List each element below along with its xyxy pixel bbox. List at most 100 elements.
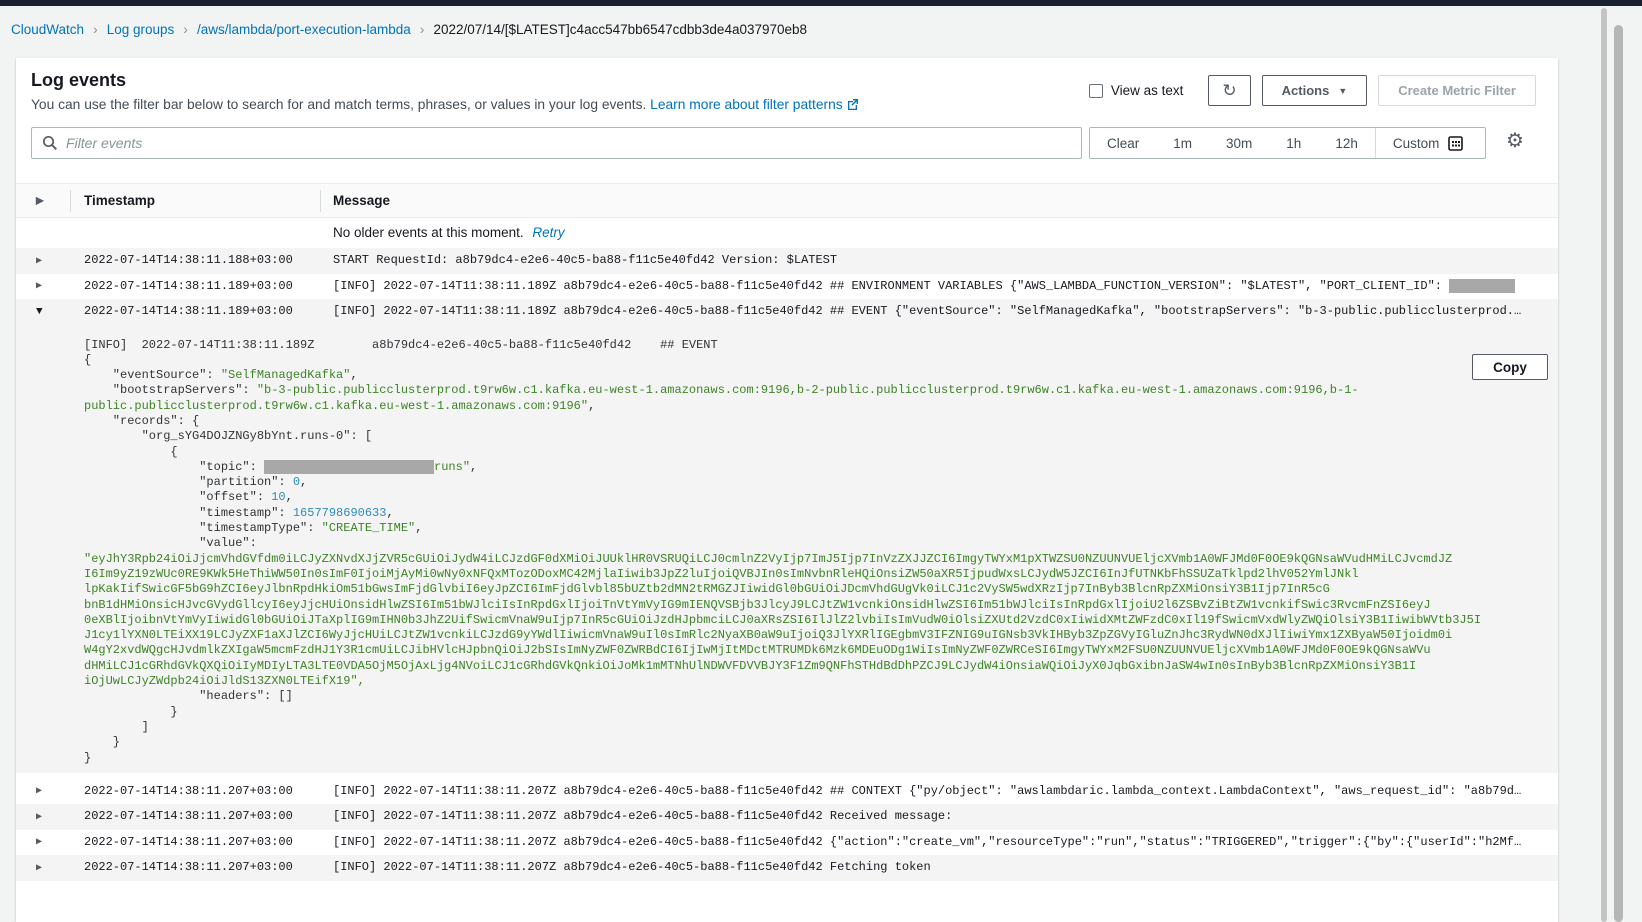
time-range-clear[interactable]: Clear [1090,128,1156,158]
detail-line: [INFO] 2022-07-14T11:38:11.189Z a8b79dc4… [84,338,1548,353]
breadcrumb-link[interactable]: CloudWatch [11,22,84,37]
view-as-text-label: View as text [1111,83,1184,98]
detail-segment: "headers": [] [84,689,293,703]
filter-events-input[interactable]: Filter events [31,127,1082,159]
message-cell: [INFO] 2022-07-14T11:38:11.189Z a8b79dc4… [333,304,1556,318]
detail-segment: "topic": [84,460,264,474]
detail-segment: I6Im9yZ19zWUc0RE9KWk5HeThiWW50In0sImF0Ij… [84,567,1359,581]
detail-segment: J1cy1lYXN0LTEiXX19LCJyZXF1aXJlZCI6WyJjcH… [84,628,1452,642]
detail-line: "topic": runs", [84,460,1548,475]
breadcrumb-link[interactable]: Log groups [107,22,175,37]
collapse-row-icon[interactable]: ▼ [36,306,43,318]
message-cell: [INFO] 2022-07-14T11:38:11.207Z a8b79dc4… [333,835,1556,849]
detail-segment: "CREATE_TIME" [322,521,416,535]
expand-row-icon[interactable]: ▶ [36,862,42,874]
breadcrumb-chevron-icon: › [93,21,98,37]
detail-line: "timestamp": 1657798690633, [84,506,1548,521]
scrollbar-thumb[interactable] [1614,25,1623,922]
view-as-text-checkbox[interactable] [1089,84,1103,98]
detail-segment: , [286,490,293,504]
time-range-30m[interactable]: 30m [1209,128,1269,158]
detail-segment: lpKakIifSwicGF5bG9hZCI6eyJlbnRpdHkiOm51b… [84,582,1330,596]
expand-row-icon[interactable]: ▶ [36,280,42,292]
detail-segment: "bootstrapServers": [84,383,257,397]
detail-line: "value": [84,536,1548,551]
breadcrumb-chevron-icon: › [183,21,188,37]
table-header: ▶ Timestamp Message [16,183,1558,218]
expand-row-icon[interactable]: ▶ [36,811,42,823]
detail-segment: , [300,475,307,489]
breadcrumb-chevron-icon: › [420,21,425,37]
timestamp-cell: 2022-07-14T14:38:11.189+03:00 [84,304,293,318]
detail-segment: "SelfManagedKafka" [221,368,351,382]
detail-line: public.publicclusterprod.t9rw6w.c1.kafka… [84,399,1548,414]
detail-segment: , [470,460,477,474]
detail-segment: "b-3-public.publicclusterprod.t9rw6w.c1.… [257,383,1359,397]
expanded-event-detail: [INFO] 2022-07-14T11:38:11.189Z a8b79dc4… [16,325,1558,773]
expand-row-icon[interactable]: ▶ [36,255,42,267]
breadcrumb-link[interactable]: /aws/lambda/port-execution-lambda [197,22,411,37]
create-metric-filter-button[interactable]: Create Metric Filter [1378,75,1536,106]
timestamp-cell: 2022-07-14T14:38:11.207+03:00 [84,784,293,798]
retry-link[interactable]: Retry [532,225,564,240]
learn-more-link[interactable]: Learn more about filter patterns [650,97,859,112]
log-event-row: ▶ 2022-07-14T14:38:11.207+03:00 [INFO] 202… [16,855,1558,881]
detail-segment: "timestamp": [84,506,293,520]
detail-line: I6Im9yZ19zWUc0RE9KWk5HeThiWW50In0sImF0Ij… [84,567,1548,582]
expand-row-icon[interactable]: ▶ [36,785,42,797]
time-range-custom[interactable]: Custom [1375,128,1474,158]
message-cell: [INFO] 2022-07-14T11:38:11.207Z a8b79dc4… [333,784,1556,798]
filter-events-placeholder: Filter events [66,135,142,151]
detail-line: } [84,751,1548,766]
detail-segment: "org_sYG4DOJZNGy8bYnt.runs-0": [ [84,429,372,443]
refresh-icon: ↻ [1222,81,1236,101]
detail-line: "bootstrapServers": "b-3-public.publiccl… [84,383,1548,398]
detail-line: { [84,353,1548,368]
header-controls: View as text ↻ Actions ▼ Create Metric F… [1089,75,1536,106]
detail-line: } [84,735,1548,750]
message-cell: [INFO] 2022-07-14T11:38:11.207Z a8b79dc4… [333,860,1556,874]
detail-segment: "eyJhY3Rpb24iOiJjcmVhdGVfdm0iLCJyZXNvdXJ… [84,552,1452,566]
page-title: Log events [31,70,126,91]
expand-all-icon[interactable]: ▶ [36,195,44,206]
timestamp-cell: 2022-07-14T14:38:11.207+03:00 [84,809,293,823]
detail-line: 0eXBlIjoibnVtYmVyIiwidGl0bGUiOiJTaXplIG9… [84,613,1548,628]
gear-icon[interactable]: ⚙ [1506,131,1524,151]
detail-line: dHMiLCJ1cGRhdGVkQXQiOiIyMDIyLTA3LTE0VDA5… [84,659,1548,674]
detail-segment: } [84,735,120,749]
timestamp-cell: 2022-07-14T14:38:11.207+03:00 [84,860,293,874]
detail-segment: { [84,353,91,367]
timestamp-cell: 2022-07-14T14:38:11.189+03:00 [84,279,293,293]
expand-row-icon[interactable]: ▶ [36,836,42,848]
detail-line: } [84,705,1548,720]
log-event-row: ▶ 2022-07-14T14:38:11.207+03:00 [INFO] 202… [16,830,1558,856]
detail-segment: , [415,521,422,535]
time-range-1m[interactable]: 1m [1156,128,1209,158]
message-cell: [INFO] 2022-07-14T11:38:11.189Z a8b79dc4… [333,279,1556,293]
detail-segment: 0eXBlIjoibnVtYmVyIiwidGl0bGUiOiJTaXplIG9… [84,613,1481,627]
log-events-panel: Log events You can use the filter bar be… [16,58,1558,922]
scrollbar-track[interactable] [1601,8,1607,922]
detail-segment: "partition": [84,475,293,489]
detail-line: "eyJhY3Rpb24iOiJjcmVhdGVfdm0iLCJyZXNvdXJ… [84,552,1548,567]
log-event-row: ▶ 2022-07-14T14:38:11.207+03:00 [INFO] 202… [16,779,1558,805]
log-events-table-body: No older events at this moment. Retry ▶ 2… [16,218,1558,881]
detail-segment: dHMiLCJ1cGRhdGVkQXQiOiIyMDIyLTA3LTE0VDA5… [84,659,1416,673]
copy-button[interactable]: Copy [1472,354,1548,380]
timestamp-cell: 2022-07-14T14:38:11.207+03:00 [84,835,293,849]
page-subtitle: You can use the filter bar below to sear… [31,97,859,112]
message-cell: [INFO] 2022-07-14T11:38:11.207Z a8b79dc4… [333,809,1556,823]
detail-segment: } [84,705,178,719]
detail-line: J1cy1lYXN0LTEiXX19LCJyZXF1aXJlZCI6WyJjcH… [84,628,1548,643]
time-range-1h[interactable]: 1h [1269,128,1318,158]
log-event-row: ▶ 2022-07-14T14:38:11.189+03:00 [INFO] 202… [16,274,1558,300]
detail-line: "org_sYG4DOJZNGy8bYnt.runs-0": [ [84,429,1548,444]
detail-segment: 1657798690633 [293,506,387,520]
detail-line: "timestampType": "CREATE_TIME", [84,521,1548,536]
time-range-12h[interactable]: 12h [1318,128,1375,158]
redaction-box [264,460,434,474]
no-older-events-text: No older events at this moment. [333,225,524,240]
refresh-button[interactable]: ↻ [1208,75,1250,106]
actions-button[interactable]: Actions ▼ [1262,75,1368,106]
detail-segment: 10 [271,490,285,504]
